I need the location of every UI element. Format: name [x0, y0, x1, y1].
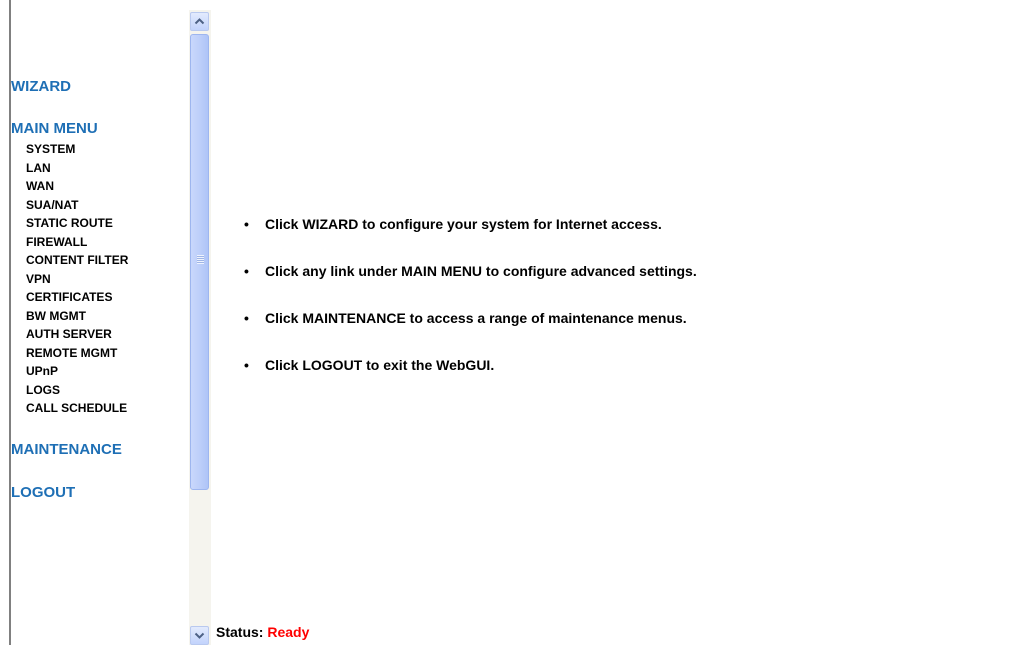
menu-item-firewall[interactable]: FIREWALL — [26, 233, 128, 252]
wizard-link[interactable]: WIZARD — [11, 78, 71, 95]
instruction-item: • Click MAINTENANCE to access a range of … — [242, 308, 697, 355]
menu-item-system[interactable]: SYSTEM — [26, 140, 128, 159]
menu-item-static-route[interactable]: STATIC ROUTE — [26, 214, 128, 233]
bullet-icon: • — [244, 357, 249, 373]
bullet-icon: • — [244, 263, 249, 279]
instruction-text: Click LOGOUT to exit the WebGUI. — [265, 357, 495, 373]
instruction-item: • Click WIZARD to configure your system f… — [242, 214, 697, 261]
main-menu-list: SYSTEM LAN WAN SUA/NAT STATIC ROUTE FIRE… — [26, 140, 128, 418]
scroll-down-button[interactable] — [190, 626, 209, 645]
instruction-item: • Click LOGOUT to exit the WebGUI. — [242, 355, 697, 402]
page: WIZARD MAIN MENU SYSTEM LAN WAN SUA/NAT … — [0, 0, 1031, 645]
status-value: Ready — [267, 624, 310, 640]
instruction-text: Click WIZARD to configure your system fo… — [265, 216, 662, 232]
menu-item-lan[interactable]: LAN — [26, 159, 128, 178]
menu-item-remote-mgmt[interactable]: REMOTE MGMT — [26, 344, 128, 363]
scroll-up-button[interactable] — [190, 12, 209, 31]
scrollbar-thumb[interactable] — [190, 34, 209, 490]
status-bar: Status: Ready — [216, 624, 309, 640]
menu-item-vpn[interactable]: VPN — [26, 270, 128, 289]
menu-item-content-filter[interactable]: CONTENT FILTER — [26, 251, 128, 270]
instructions-list: • Click WIZARD to configure your system f… — [242, 214, 697, 402]
vertical-scrollbar[interactable] — [189, 10, 211, 645]
sidebar-nav: WIZARD MAIN MENU SYSTEM LAN WAN SUA/NAT … — [11, 0, 189, 645]
menu-item-bw-mgmt[interactable]: BW MGMT — [26, 307, 128, 326]
instruction-text: Click MAINTENANCE to access a range of m… — [265, 310, 687, 326]
menu-item-logs[interactable]: LOGS — [26, 381, 128, 400]
bullet-icon: • — [244, 310, 249, 326]
chevron-up-icon — [194, 18, 205, 25]
instruction-text: Click any link under MAIN MENU to config… — [265, 263, 697, 279]
logout-link[interactable]: LOGOUT — [11, 484, 75, 501]
chevron-down-icon — [194, 632, 205, 639]
menu-item-upnp[interactable]: UPnP — [26, 362, 128, 381]
main-menu-link[interactable]: MAIN MENU — [11, 120, 98, 137]
menu-item-certificates[interactable]: CERTIFICATES — [26, 288, 128, 307]
grip-icon — [197, 255, 204, 264]
maintenance-link[interactable]: MAINTENANCE — [11, 441, 122, 458]
menu-item-call-schedule[interactable]: CALL SCHEDULE — [26, 399, 128, 418]
instruction-item: • Click any link under MAIN MENU to confi… — [242, 261, 697, 308]
bullet-icon: • — [244, 216, 249, 232]
menu-item-wan[interactable]: WAN — [26, 177, 128, 196]
menu-item-sua-nat[interactable]: SUA/NAT — [26, 196, 128, 215]
status-label: Status: — [216, 624, 264, 640]
menu-item-auth-server[interactable]: AUTH SERVER — [26, 325, 128, 344]
